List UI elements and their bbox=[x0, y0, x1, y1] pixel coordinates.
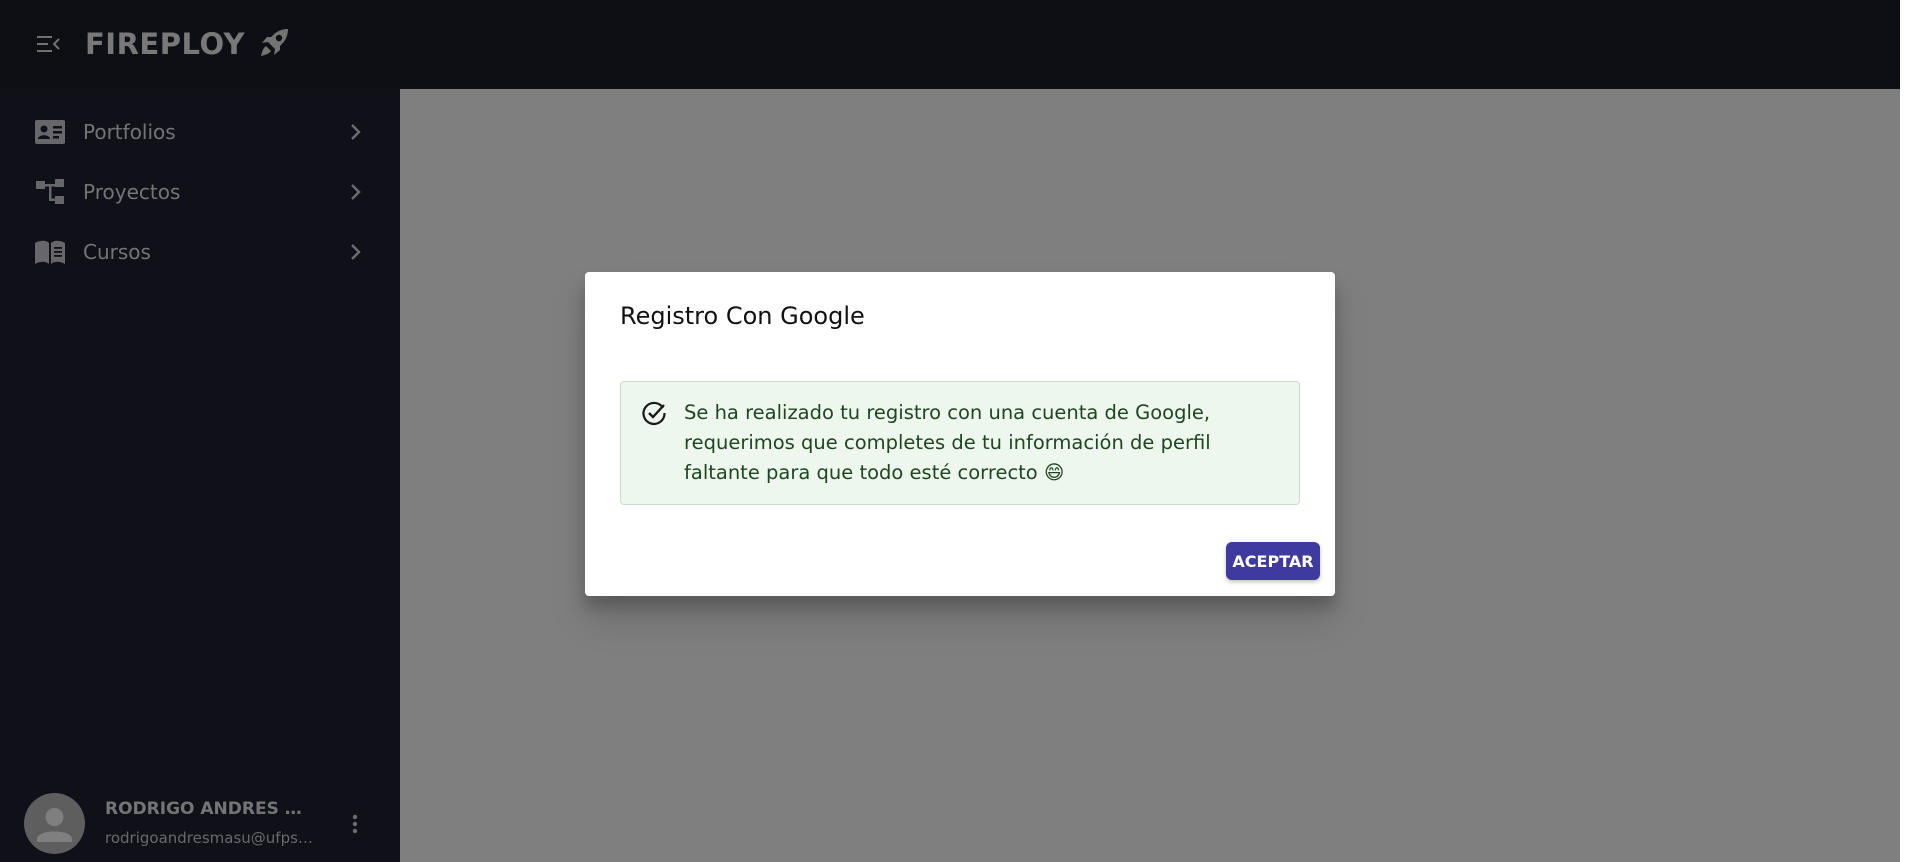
app-window: FIREPLOY bbox=[0, 0, 1918, 862]
google-registration-dialog: Registro Con Google Se ha realizado tu r… bbox=[585, 272, 1335, 596]
check-circle-icon bbox=[641, 400, 667, 426]
scrollbar-track[interactable] bbox=[1900, 0, 1918, 862]
success-alert: Se ha realizado tu registro con una cuen… bbox=[620, 381, 1300, 505]
accept-button[interactable]: ACEPTAR bbox=[1226, 542, 1320, 580]
dialog-title: Registro Con Google bbox=[620, 302, 865, 330]
alert-message: Se ha realizado tu registro con una cuen… bbox=[684, 401, 1211, 484]
